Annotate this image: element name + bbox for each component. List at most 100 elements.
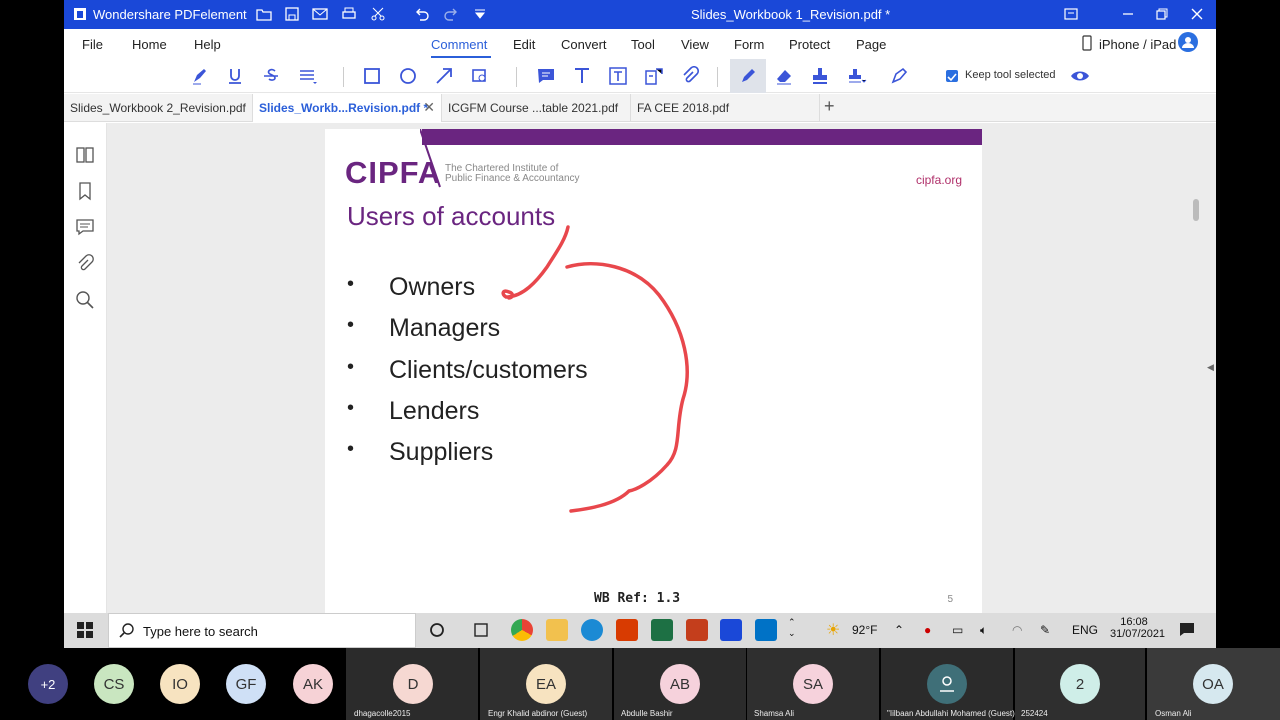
thumbnails-icon[interactable] — [75, 145, 95, 165]
participant-tile[interactable]: SA Shamsa Ali — [747, 648, 879, 720]
highlight-icon[interactable] — [189, 65, 211, 87]
signature-icon[interactable] — [888, 65, 910, 87]
participant-tile[interactable]: EA Engr Khalid abdinor (Guest) — [480, 648, 612, 720]
avatar[interactable]: AK — [293, 664, 333, 704]
undo-icon[interactable] — [414, 6, 430, 22]
menu-file[interactable]: File — [82, 37, 103, 52]
pencil-icon[interactable] — [730, 59, 766, 93]
outlook-icon[interactable] — [755, 619, 777, 641]
new-tab-icon[interactable]: + — [824, 96, 835, 117]
language-indicator[interactable]: ENG — [1072, 623, 1098, 637]
oval-icon[interactable] — [397, 65, 419, 87]
comments-icon[interactable] — [75, 217, 95, 237]
keep-tool-label[interactable]: Keep tool selected — [965, 69, 1056, 81]
text-icon[interactable] — [571, 65, 593, 87]
network-alert-icon[interactable]: ● — [924, 623, 931, 637]
eraser-icon[interactable] — [773, 65, 795, 87]
freehand-annotation[interactable] — [325, 129, 982, 613]
participant-tile[interactable]: "Iilbaan Abdullahi Mohamed (Guest)" — [881, 648, 1018, 720]
arrow-icon[interactable] — [433, 65, 455, 87]
tab-slides-workbook-1[interactable]: Slides_Workb...Revision.pdf * ✕ — [253, 94, 442, 122]
callout-icon[interactable] — [643, 65, 665, 87]
show-hidden-icons[interactable]: ⌃ — [894, 623, 904, 637]
scissors-icon[interactable] — [370, 6, 386, 22]
file-explorer-icon[interactable] — [546, 619, 568, 641]
weather-temp[interactable]: 92°F — [852, 623, 877, 637]
vertical-scrollbar[interactable] — [1193, 199, 1199, 221]
powerpoint-icon[interactable] — [686, 619, 708, 641]
collapse-right-panel-icon[interactable]: ◀ — [1207, 362, 1214, 373]
text-align-icon[interactable] — [297, 65, 319, 87]
tab-slides-workbook-2[interactable]: Slides_Workbook 2_Revision.pdf — [64, 94, 253, 122]
pen-icon[interactable]: ✎ — [1040, 623, 1050, 637]
user-account-icon[interactable] — [1178, 32, 1198, 52]
battery-icon[interactable]: ▭ — [952, 623, 963, 637]
close-tab-icon[interactable]: ✕ — [423, 99, 435, 116]
chrome-icon[interactable] — [511, 619, 533, 641]
windows-start-icon[interactable] — [77, 622, 93, 641]
feedback-icon[interactable] — [1063, 6, 1079, 22]
avatar[interactable]: GF — [226, 664, 266, 704]
excel-icon[interactable] — [651, 619, 673, 641]
wifi-icon[interactable]: ◠ — [1012, 623, 1022, 637]
notifications-icon[interactable] — [1179, 621, 1195, 640]
shapes-dropdown-icon[interactable] — [470, 65, 492, 87]
tab-icgfm-course[interactable]: ICGFM Course ...table 2021.pdf — [442, 94, 631, 122]
redo-icon[interactable] — [443, 6, 459, 22]
strikethrough-icon[interactable] — [260, 65, 282, 87]
volume-icon[interactable]: 🔈︎ — [980, 623, 987, 638]
participant-tile[interactable]: 2 252424 — [1015, 648, 1145, 720]
pdfelement-taskbar-icon[interactable] — [720, 619, 742, 641]
menu-help[interactable]: Help — [194, 37, 221, 52]
print-icon[interactable] — [341, 6, 357, 22]
cortana-icon[interactable] — [426, 619, 448, 641]
avatar: SA — [793, 664, 833, 704]
participant-tile[interactable]: D dhagacolle2015 — [346, 648, 478, 720]
office-icon[interactable] — [616, 619, 638, 641]
mail-icon[interactable] — [312, 6, 328, 22]
menu-bar: File Home Help Comment Edit Convert Tool… — [64, 29, 1216, 59]
menu-page[interactable]: Page — [856, 37, 886, 52]
menu-home[interactable]: Home — [132, 37, 167, 52]
avatar[interactable]: CS — [94, 664, 134, 704]
avatar[interactable]: IO — [160, 664, 200, 704]
quick-access-dropdown-icon[interactable] — [472, 6, 488, 22]
taskbar-scroll-icon[interactable]: ⌃ ⌄ — [788, 617, 796, 639]
rectangle-icon[interactable] — [361, 65, 383, 87]
menu-tool[interactable]: Tool — [631, 37, 655, 52]
open-folder-icon[interactable] — [256, 6, 272, 22]
menu-protect[interactable]: Protect — [789, 37, 830, 52]
participant-tile[interactable]: AB Abdulle Bashir — [614, 648, 746, 720]
edge-icon[interactable] — [581, 619, 603, 641]
close-icon[interactable] — [1189, 6, 1205, 22]
participant-tile[interactable]: OA Osman Ali — [1147, 648, 1280, 720]
search-placeholder: Type here to search — [143, 624, 258, 639]
task-view-icon[interactable] — [470, 619, 492, 641]
minimize-icon[interactable] — [1120, 6, 1136, 22]
device-link[interactable]: iPhone / iPad — [1099, 37, 1176, 52]
keep-tool-checkbox[interactable] — [946, 70, 958, 82]
menu-form[interactable]: Form — [734, 37, 764, 52]
taskbar-search[interactable]: Type here to search — [108, 613, 416, 648]
menu-view[interactable]: View — [681, 37, 709, 52]
bookmark-icon[interactable] — [75, 181, 95, 201]
avatar — [927, 664, 967, 704]
stamp-dropdown-icon[interactable] — [846, 65, 868, 87]
stamp-icon[interactable] — [809, 65, 831, 87]
sticky-note-icon[interactable] — [535, 65, 557, 87]
restore-icon[interactable] — [1154, 6, 1170, 22]
menu-convert[interactable]: Convert — [561, 37, 607, 52]
eye-icon[interactable] — [1069, 65, 1091, 87]
more-participants-badge[interactable]: +2 — [28, 664, 68, 704]
clock[interactable]: 16:08 31/07/2021 — [1110, 616, 1165, 640]
search-panel-icon[interactable] — [75, 290, 95, 310]
underline-icon[interactable] — [224, 65, 246, 87]
attachment-panel-icon[interactable] — [75, 254, 95, 274]
title-bar: Wondershare PDFelement Slides_Workbook 1… — [64, 0, 1216, 29]
menu-edit[interactable]: Edit — [513, 37, 535, 52]
text-box-icon[interactable] — [607, 65, 629, 87]
attachment-icon[interactable] — [679, 65, 701, 87]
save-icon[interactable] — [284, 6, 300, 22]
menu-comment[interactable]: Comment — [431, 37, 487, 52]
tab-fa-cee-2018[interactable]: FA CEE 2018.pdf — [631, 94, 820, 122]
